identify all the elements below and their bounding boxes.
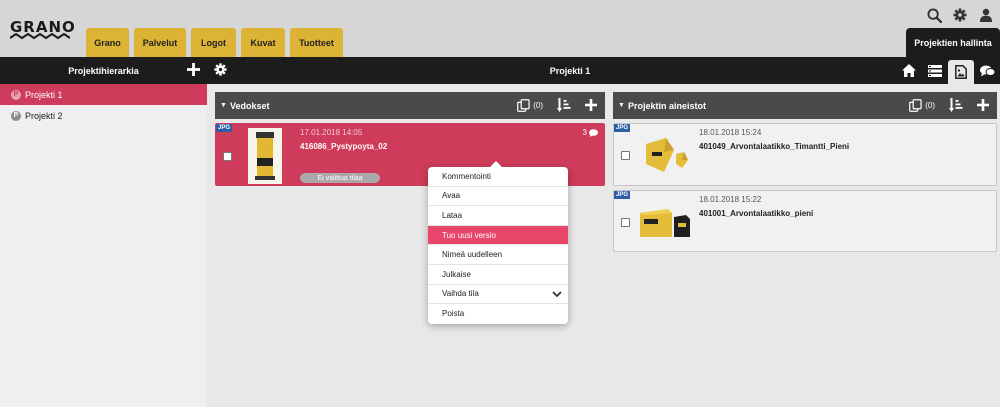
menu-item-avaa[interactable]: Avaa [428,187,568,207]
gear-icon[interactable] [952,7,968,23]
select-checkbox[interactable] [621,218,630,227]
tab-grano[interactable]: Grano [86,28,129,57]
menu-item-lataa[interactable]: Lataa [428,206,568,226]
file-type-badge: JPG [216,124,233,132]
copy-count-value: (0) [533,101,543,110]
vedokset-header[interactable]: ▼ Vedokset (0) [215,92,605,119]
chat-icon[interactable] [974,57,1000,84]
comment-count-value: 3 [582,128,587,137]
vedokset-title: Vedokset [229,100,270,111]
vedos-date: 17.01.2018 14:05 [300,128,363,137]
aineisto-card[interactable]: JPG 18.01.2018 15:22 401001_Arvontalaati… [613,190,997,252]
collapse-caret-icon[interactable]: ▼ [618,102,625,109]
project-toolbar: Projektihierarkia Projekti 1 [0,57,1000,84]
tab-kuvat[interactable]: Kuvat [241,28,285,57]
copy-icon [517,99,530,112]
add-aineisto-icon[interactable] [977,98,989,113]
image-icon[interactable] [948,60,974,84]
comment-icon [589,128,598,137]
main-content: ▼ Vedokset (0) JPG 17.01.2018 14:05 4160 [207,84,1000,407]
menu-item-nimea-uudelleen[interactable]: Nimeä uudelleen [428,245,568,265]
project-settings-icon[interactable] [214,63,227,78]
aineisto-name[interactable]: 401049_Arvontalaatikko_Timantti_Pieni [699,142,849,151]
vedokset-tools: (0) [517,92,597,119]
add-vedos-icon[interactable] [585,98,597,113]
copy-count[interactable]: (0) [909,99,935,112]
file-type-badge: JPG [614,191,631,199]
context-menu: Kommentointi Avaa Lataa Tuo uusi versio … [428,161,568,324]
aineistot-tools: (0) [909,92,989,119]
top-icons [926,7,994,23]
user-icon[interactable] [978,7,994,23]
sidebar-item-projekti-1[interactable]: P Projekti 1 [0,84,207,105]
project-badge: P [11,110,21,121]
aineisto-date: 18.01.2018 15:24 [699,128,762,137]
project-badge: P [11,89,21,100]
tab-tuotteet[interactable]: Tuotteet [290,28,343,57]
aineisto-name[interactable]: 401001_Arvontalaatikko_pieni [699,209,813,218]
aineistot-title: Projektin aineistot [627,100,706,111]
hierarchy-title: Projektihierarkia [68,65,139,76]
sidebar-item-label: Projekti 2 [25,110,63,121]
vedos-thumbnail[interactable] [248,128,282,184]
chevron-down-icon [552,290,562,297]
copy-count-value: (0) [925,101,935,110]
home-icon[interactable] [896,57,922,84]
aineisto-thumbnail[interactable] [638,205,690,239]
status-badge: Ei valittua tilaa [300,173,380,183]
top-header: GRANO Grano Palvelut Logot Kuvat Tuottee… [0,0,1000,57]
sidebar-item-label: Projekti 1 [25,89,63,100]
menu-item-label: Vaihda tila [442,289,479,299]
view-switcher [896,57,1000,84]
aineistot-header[interactable]: ▼ Projektin aineistot (0) [613,92,997,119]
main-tabs: Grano Palvelut Logot Kuvat Tuotteet [86,28,343,57]
select-checkbox[interactable] [621,151,630,160]
tab-palvelut[interactable]: Palvelut [134,28,186,57]
search-icon[interactable] [926,7,942,23]
select-checkbox[interactable] [223,152,232,161]
tab-projektien-hallinta[interactable]: Projektien hallinta [906,28,1000,57]
sidebar-item-projekti-2[interactable]: P Projekti 2 [0,105,207,126]
sort-icon[interactable] [557,97,571,114]
vedos-name[interactable]: 416086_Pystypoyta_02 [300,142,387,151]
aineisto-date: 18.01.2018 15:22 [699,195,762,204]
copy-icon [909,99,922,112]
menu-item-poista[interactable]: Poista [428,304,568,324]
sort-icon[interactable] [949,97,963,114]
current-project-title: Projekti 1 [549,65,591,76]
aineisto-card[interactable]: JPG 18.01.2018 15:24 401049_Arvontalaati… [613,123,997,186]
project-sidebar: P Projekti 1 P Projekti 2 [0,84,207,407]
collapse-caret-icon[interactable]: ▼ [220,102,227,109]
copy-count[interactable]: (0) [517,99,543,112]
menu-item-kommentointi[interactable]: Kommentointi [428,167,568,187]
list-icon[interactable] [922,57,948,84]
menu-item-vaihda-tila[interactable]: Vaihda tila [428,285,568,305]
add-project-icon[interactable] [187,63,200,78]
file-type-badge: JPG [614,124,631,132]
menu-item-julkaise[interactable]: Julkaise [428,265,568,285]
comment-count[interactable]: 3 [583,128,598,137]
grano-logo[interactable]: GRANO [10,18,75,42]
tab-logot[interactable]: Logot [191,28,236,57]
aineisto-thumbnail[interactable] [640,136,688,174]
menu-item-tuo-uusi-versio[interactable]: Tuo uusi versio [428,225,568,246]
logo-underline-icon [10,33,70,40]
